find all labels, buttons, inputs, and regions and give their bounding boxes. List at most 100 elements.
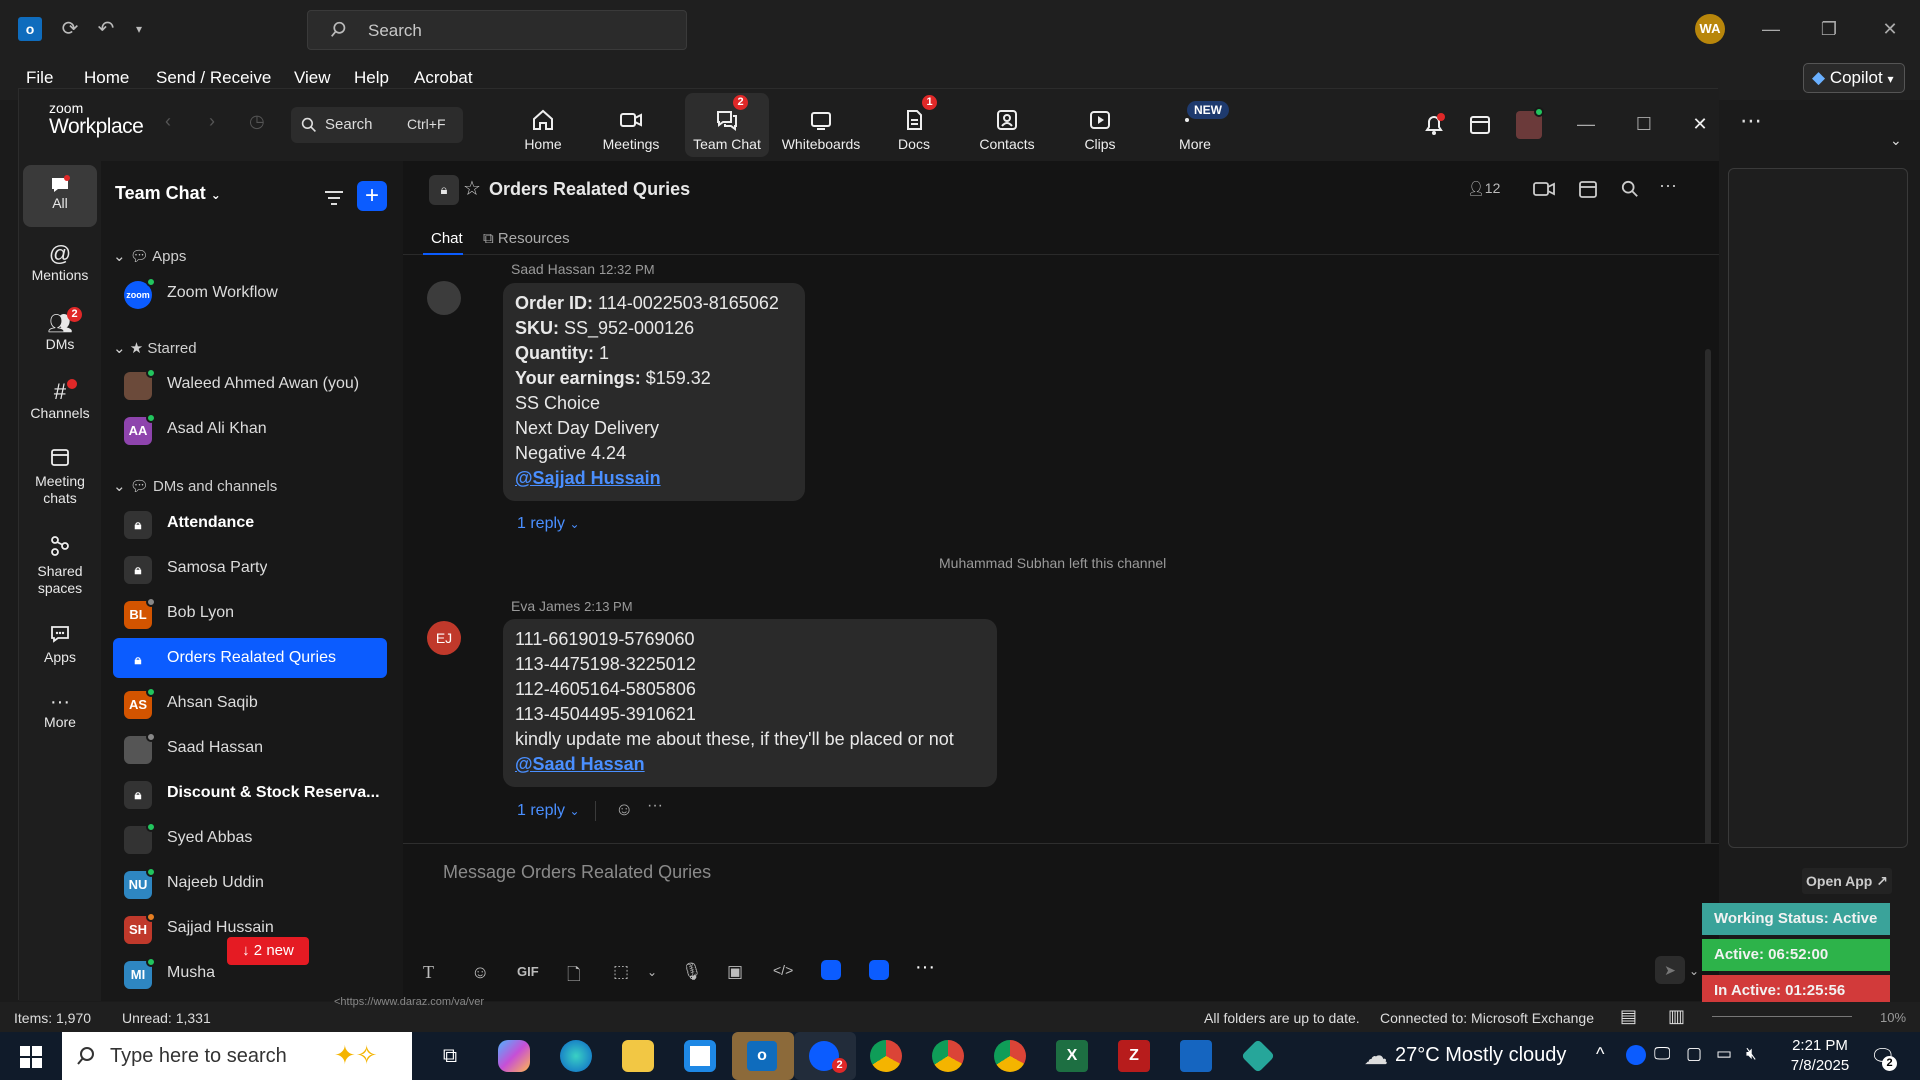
- task-view-icon[interactable]: ⧉: [434, 1040, 466, 1072]
- device-icon[interactable]: ▢: [1686, 1044, 1702, 1064]
- mention-link[interactable]: @Sajjad Hussain: [515, 468, 661, 488]
- microphone-icon[interactable]: 🎙︎: [681, 962, 703, 982]
- tab-resources[interactable]: ⧉ Resources: [483, 230, 570, 247]
- list-item-zoom-workflow[interactable]: zoom Zoom Workflow: [113, 273, 387, 313]
- scrollbar-track[interactable]: [1705, 349, 1711, 914]
- file-explorer-icon[interactable]: [622, 1040, 654, 1072]
- history-icon[interactable]: ◷: [249, 111, 265, 132]
- chevron-down-icon[interactable]: ⌄: [1689, 964, 1699, 978]
- channel-title[interactable]: Orders Realated Quries: [489, 179, 690, 200]
- forward-arrow-icon[interactable]: ›: [209, 111, 215, 132]
- zoom-taskbar-icon[interactable]: 2: [794, 1032, 856, 1080]
- normal-view-icon[interactable]: ▤: [1620, 1006, 1637, 1027]
- mention-link[interactable]: @Saad Hassan: [515, 754, 645, 774]
- list-item-samosa[interactable]: 🔒︎ Samosa Party: [113, 548, 387, 588]
- list-item-asad[interactable]: AA Asad Ali Khan: [113, 409, 387, 449]
- nav-meetings[interactable]: Meetings: [589, 93, 673, 157]
- taskbar-clock[interactable]: 2:21 PM 7/8/2025: [1780, 1036, 1860, 1076]
- new-chat-plus-icon[interactable]: +: [357, 181, 387, 211]
- open-app-button[interactable]: Open App ↗: [1802, 868, 1892, 894]
- outlook-close-icon[interactable]: ✕: [1875, 14, 1905, 44]
- menu-file[interactable]: File: [26, 68, 53, 88]
- sync-icon[interactable]: ⟳: [57, 16, 83, 42]
- nav-contacts[interactable]: Contacts: [965, 93, 1049, 157]
- taskbar-search-box[interactable]: Type here to search ✦✧: [62, 1032, 412, 1080]
- undo-icon[interactable]: ↶: [93, 16, 119, 42]
- windows-start-icon[interactable]: [20, 1046, 42, 1068]
- chrome-icon[interactable]: [994, 1040, 1026, 1072]
- list-item-attendance[interactable]: 🔒︎ Attendance: [113, 503, 387, 543]
- network-icon[interactable]: 🖵︎: [1654, 1044, 1670, 1064]
- rail-channels[interactable]: # Channels: [23, 379, 97, 421]
- zoom-close-icon[interactable]: ✕: [1685, 109, 1715, 139]
- menu-help[interactable]: Help: [354, 68, 389, 88]
- notification-bell-icon[interactable]: [1423, 113, 1445, 137]
- copilot-app-icon[interactable]: [498, 1040, 530, 1072]
- section-dms[interactable]: ⌄ 💬︎ DMs and channels: [113, 477, 277, 495]
- microsoft-store-icon[interactable]: [684, 1040, 716, 1072]
- user-avatar[interactable]: [1516, 107, 1544, 139]
- rail-apps[interactable]: Apps: [23, 623, 97, 665]
- star-icon[interactable]: ☆: [463, 176, 481, 201]
- list-item-najeeb[interactable]: NU Najeeb Uddin: [113, 863, 387, 903]
- menu-view[interactable]: View: [294, 68, 331, 88]
- rail-more[interactable]: ··· More: [23, 691, 97, 730]
- search-icon[interactable]: [1621, 180, 1639, 198]
- list-item-waleed[interactable]: Waleed Ahmed Awan (you): [113, 364, 387, 404]
- rail-mentions[interactable]: @ Mentions: [23, 241, 97, 283]
- emoji-icon[interactable]: ☺: [471, 962, 489, 983]
- chevron-down-icon[interactable]: ⌄: [647, 965, 657, 979]
- screenshot-icon[interactable]: ⬚: [613, 962, 629, 982]
- rail-shared-spaces[interactable]: Shared spaces: [23, 535, 97, 597]
- tab-chat[interactable]: Chat: [431, 230, 463, 247]
- message-bubble[interactable]: 111-6619019-5769060 113-4475198-3225012 …: [503, 619, 997, 787]
- menu-home[interactable]: Home: [84, 68, 129, 88]
- zoom-maximize-icon[interactable]: ☐: [1629, 109, 1659, 139]
- rail-all[interactable]: All: [23, 165, 97, 227]
- calendar-icon[interactable]: [1578, 179, 1598, 199]
- list-item-bob-lyon[interactable]: BL Bob Lyon: [113, 593, 387, 633]
- sidebar-title[interactable]: Team Chat ⌄: [115, 183, 221, 204]
- outlook-minimize-icon[interactable]: —: [1756, 14, 1786, 44]
- reply-toggle[interactable]: 1 reply ⌄: [517, 515, 580, 533]
- section-starred[interactable]: ⌄ ★ Starred: [113, 339, 197, 357]
- rail-dms[interactable]: 👥︎ DMs 2: [23, 307, 97, 352]
- menu-send-receive[interactable]: Send / Receive: [156, 68, 271, 88]
- back-arrow-icon[interactable]: ‹: [165, 111, 171, 132]
- weather-text[interactable]: 27°C Mostly cloudy: [1395, 1044, 1566, 1067]
- speaker-muted-icon[interactable]: 🔇︎: [1746, 1044, 1757, 1064]
- nav-docs[interactable]: Docs 1: [872, 93, 956, 157]
- excel-icon[interactable]: X: [1056, 1040, 1088, 1072]
- gif-button[interactable]: GIF: [517, 964, 539, 979]
- chrome-icon[interactable]: [932, 1040, 964, 1072]
- chrome-icon[interactable]: [870, 1040, 902, 1072]
- battery-icon[interactable]: ▭: [1716, 1044, 1732, 1064]
- nav-team-chat[interactable]: Team Chat 2: [685, 93, 769, 157]
- new-messages-pill[interactable]: ↓ 2 new: [227, 937, 309, 965]
- menu-acrobat[interactable]: Acrobat: [414, 68, 473, 88]
- code-snippet-icon[interactable]: </>: [773, 962, 793, 978]
- video-camera-icon[interactable]: [1533, 181, 1555, 197]
- zoom-tray-icon[interactable]: [1626, 1045, 1646, 1065]
- list-item-syed[interactable]: Syed Abbas: [113, 818, 387, 858]
- send-icon[interactable]: ➤: [1655, 956, 1685, 984]
- nav-home[interactable]: Home: [501, 93, 585, 157]
- app-diamond-icon[interactable]: [1241, 1039, 1275, 1073]
- outlook-search-box[interactable]: Search: [307, 10, 687, 50]
- list-item-discount-channel[interactable]: 🔒︎ Discount & Stock Reserva...: [113, 773, 387, 813]
- section-apps[interactable]: ⌄ 💬︎ Apps: [113, 247, 186, 265]
- calendar-icon[interactable]: [1469, 113, 1491, 137]
- notification-center-icon[interactable]: 🗨︎ 2: [1870, 1044, 1897, 1071]
- more-options-icon[interactable]: ···: [1659, 175, 1677, 196]
- file-icon[interactable]: 🗋︎: [567, 962, 581, 991]
- tray-chevron-up-icon[interactable]: ^: [1596, 1044, 1604, 1065]
- more-options-icon[interactable]: ⋯: [1740, 108, 1762, 134]
- list-item-ahsan[interactable]: AS Ahsan Saqib: [113, 683, 387, 723]
- reading-view-icon[interactable]: ▥: [1668, 1006, 1685, 1027]
- text-format-icon[interactable]: T: [423, 962, 434, 983]
- message-composer[interactable]: Message Orders Realated Quries T ☺ GIF 🗋…: [403, 843, 1719, 1001]
- nav-clips[interactable]: Clips: [1058, 93, 1142, 157]
- rail-meeting-chats[interactable]: Meeting chats: [23, 447, 97, 507]
- outlook-user-avatar[interactable]: WA: [1695, 14, 1725, 44]
- nav-whiteboards[interactable]: Whiteboards: [779, 93, 863, 157]
